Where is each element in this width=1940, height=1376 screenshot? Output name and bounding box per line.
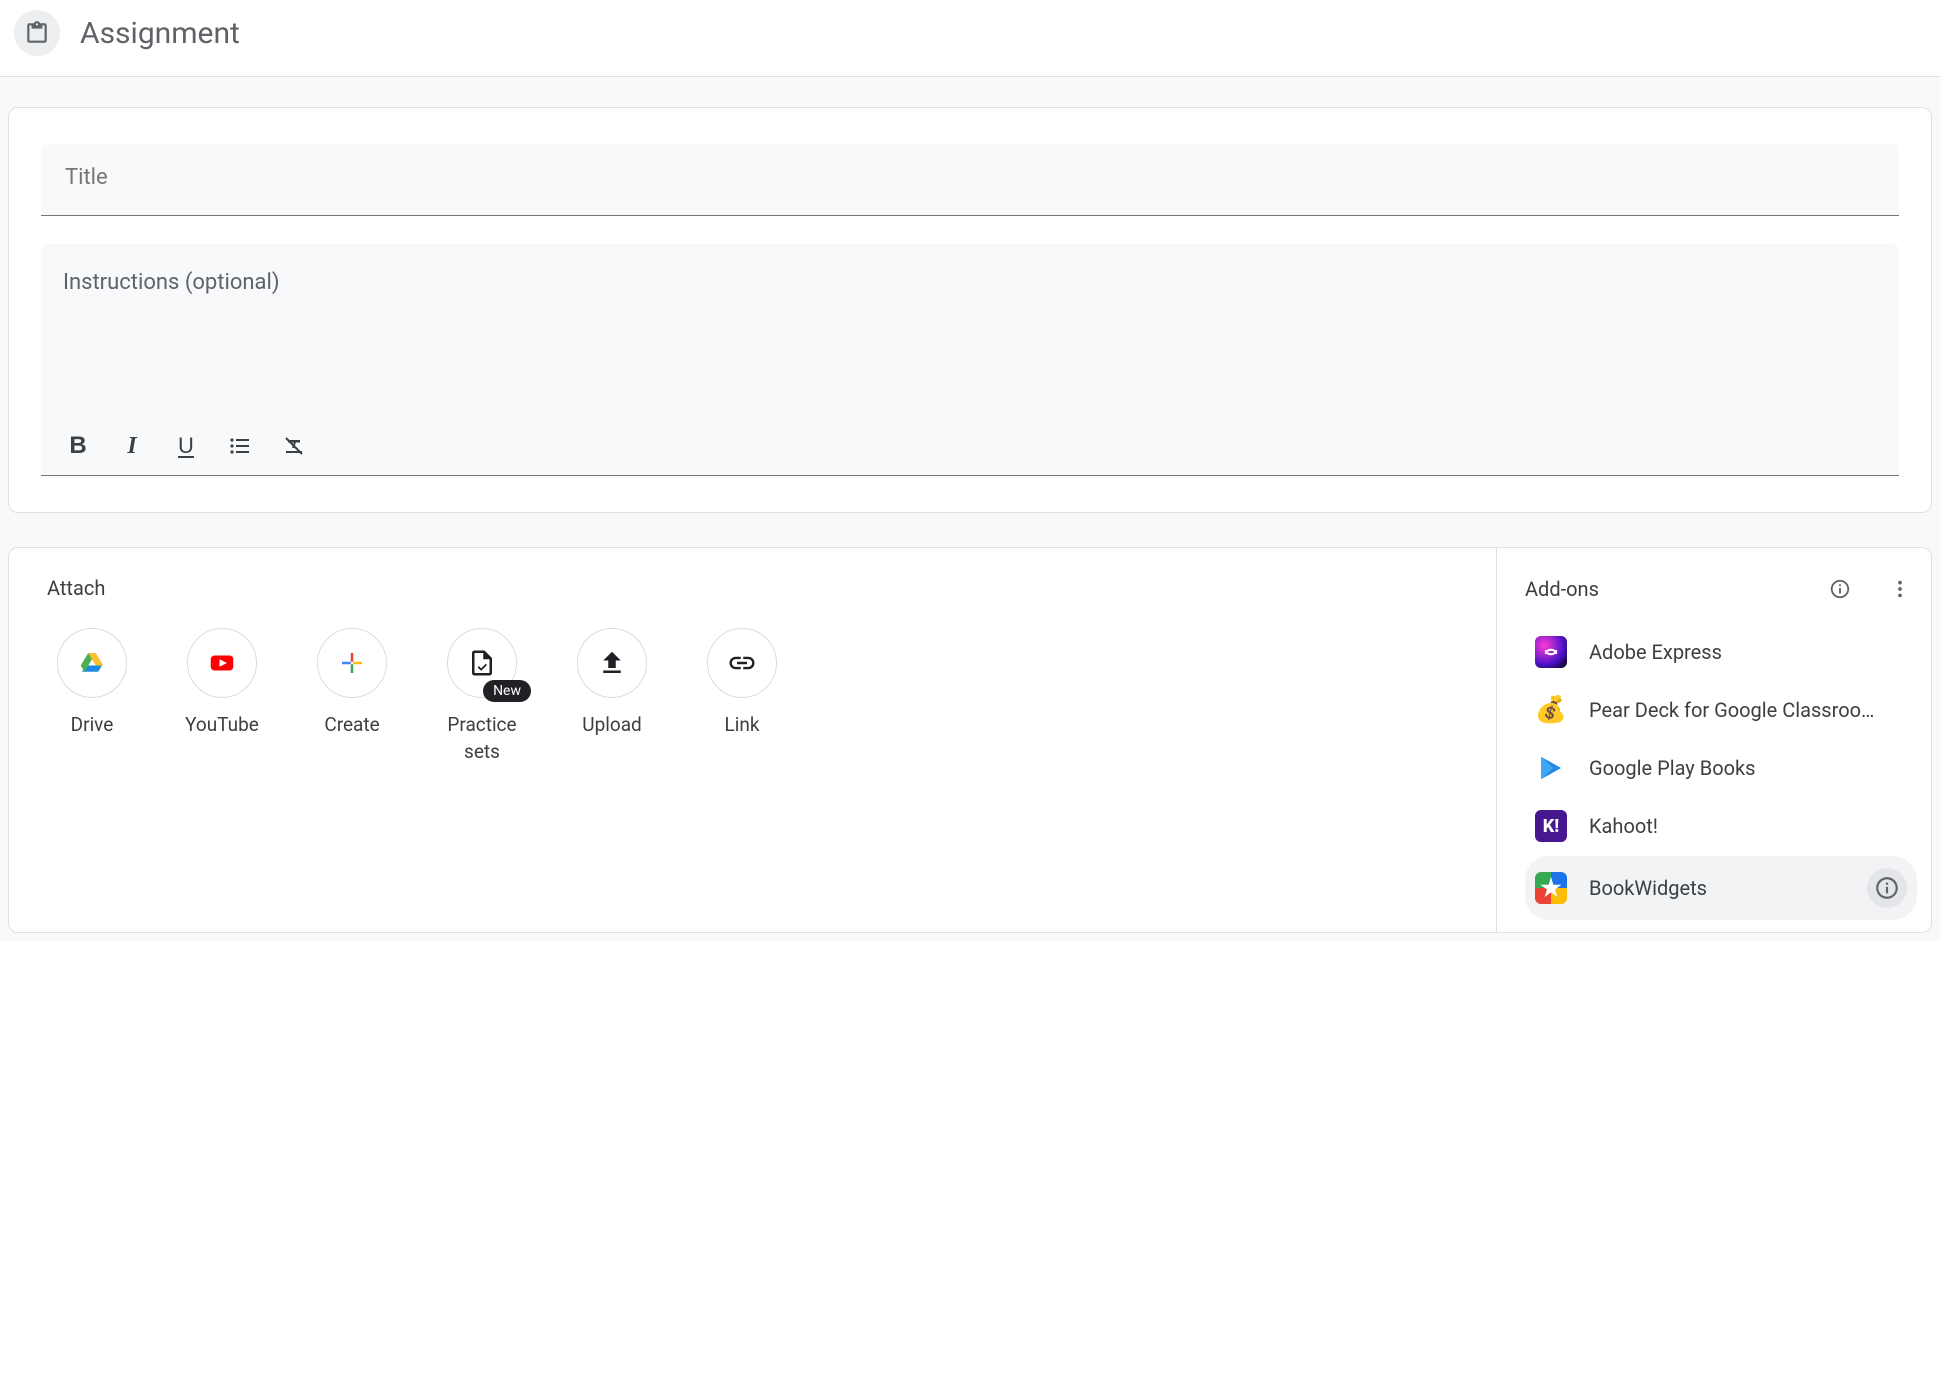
instructions-placeholder: Instructions (optional) [63,270,1877,295]
addon-pear-deck[interactable]: 💰 Pear Deck for Google Classroo… [1525,682,1917,738]
addon-name: Adobe Express [1589,640,1907,664]
instructions-input[interactable] [63,295,1877,421]
addon-name: BookWidgets [1589,876,1845,900]
instructions-field-container[interactable]: Instructions (optional) B I U [41,244,1899,476]
attach-label: Create [324,712,379,739]
attach-upload[interactable]: Upload [567,628,657,765]
italic-button[interactable]: I [117,431,147,461]
addons-info-button[interactable] [1823,572,1857,606]
assignment-form-card: Instructions (optional) B I U [8,107,1932,513]
title-field-container[interactable] [41,144,1899,216]
pear-deck-icon: 💰 [1535,694,1567,726]
adobe-express-icon [1535,636,1567,668]
clear-format-button[interactable] [279,431,309,461]
upload-icon [577,628,647,698]
attach-section: Attach Drive YouTube [8,547,1496,933]
assignment-icon [14,10,60,56]
attach-link[interactable]: Link [697,628,787,765]
drive-icon [57,628,127,698]
attach-label: Drive [71,712,114,739]
link-icon [707,628,777,698]
underline-button[interactable]: U [171,431,201,461]
attach-youtube[interactable]: YouTube [177,628,267,765]
attach-section-title: Attach [47,576,1480,600]
attach-label: Practice sets [437,712,527,765]
addon-name: Kahoot! [1589,814,1907,838]
title-input[interactable] [63,164,1877,191]
play-books-icon [1535,752,1567,784]
bold-button[interactable]: B [63,431,93,461]
kahoot-icon: K! [1535,810,1567,842]
create-icon [317,628,387,698]
addon-adobe-express[interactable]: Adobe Express [1525,624,1917,680]
attach-drive[interactable]: Drive [47,628,137,765]
attach-label: Link [725,712,760,739]
addons-section-title: Add-ons [1525,577,1599,601]
bulleted-list-button[interactable] [225,431,255,461]
attach-label: YouTube [185,712,259,739]
bookwidgets-icon [1535,872,1567,904]
addon-bookwidgets[interactable]: BookWidgets [1525,856,1917,920]
attach-label: Upload [582,712,642,739]
new-badge: New [483,680,531,702]
page-header: Assignment [0,0,1940,77]
addons-section: Add-ons Adobe Express [1496,547,1932,933]
addon-name: Google Play Books [1589,756,1907,780]
addon-info-button[interactable] [1867,868,1907,908]
addons-more-button[interactable] [1883,572,1917,606]
attach-practice-sets[interactable]: New Practice sets [437,628,527,765]
youtube-icon [187,628,257,698]
format-toolbar: B I U [63,421,1877,475]
attach-create[interactable]: Create [307,628,397,765]
addon-google-play-books[interactable]: Google Play Books [1525,740,1917,796]
addon-kahoot[interactable]: K! Kahoot! [1525,798,1917,854]
addon-name: Pear Deck for Google Classroo… [1589,698,1907,722]
page-title: Assignment [80,16,240,51]
